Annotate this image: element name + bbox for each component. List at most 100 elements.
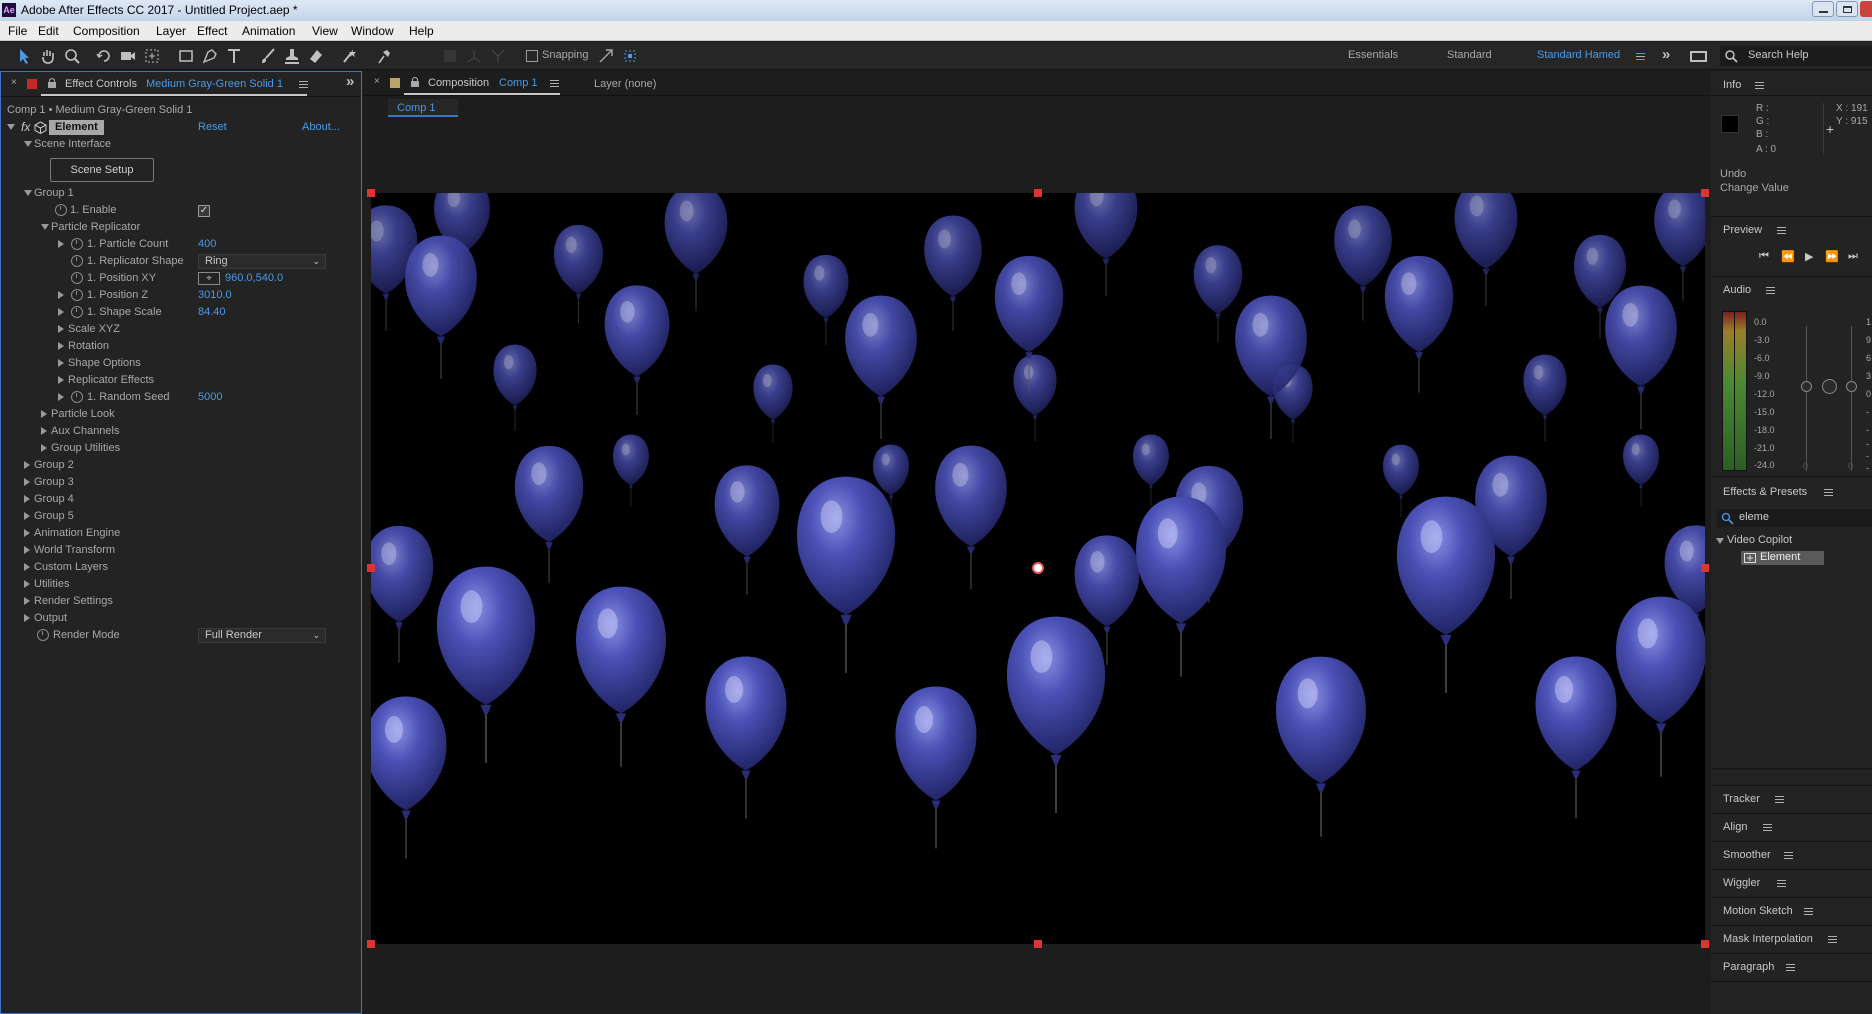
about-link[interactable]: About... <box>302 119 340 136</box>
stopwatch-icon[interactable] <box>37 629 49 641</box>
brush-tool-icon[interactable] <box>258 46 278 66</box>
mask-interpolation-title[interactable]: Mask Interpolation <box>1723 933 1813 945</box>
replicator-effects-row[interactable]: Replicator Effects <box>1 372 361 389</box>
shape-options-row[interactable]: Shape Options <box>1 355 361 372</box>
composition-tab[interactable]: × Composition Comp 1 <box>364 71 564 95</box>
random-seed-value[interactable]: 5000 <box>198 389 222 406</box>
scene-setup-button[interactable]: Scene Setup <box>50 158 154 182</box>
snap-feature-icon[interactable] <box>620 46 640 66</box>
group5-row[interactable]: Group 5 <box>1 508 361 525</box>
expand-triangle-icon[interactable] <box>58 240 64 248</box>
expand-triangle-icon[interactable] <box>58 308 64 316</box>
expand-triangle-icon[interactable] <box>41 224 49 230</box>
reset-link[interactable]: Reset <box>198 119 227 136</box>
workspace-menu-icon[interactable] <box>1636 53 1645 60</box>
position-z-value[interactable]: 3010.0 <box>198 287 232 304</box>
minimize-button[interactable] <box>1812 1 1834 17</box>
right-fader-knob[interactable] <box>1846 381 1857 392</box>
menu-animation[interactable]: Animation <box>242 24 295 38</box>
expand-triangle-icon[interactable] <box>24 495 30 503</box>
sync-settings-icon[interactable] <box>1690 51 1707 62</box>
align-menu-icon[interactable] <box>1763 824 1772 831</box>
center-fader-knob[interactable] <box>1822 379 1837 394</box>
hand-tool-icon[interactable] <box>38 46 58 66</box>
render-settings-row[interactable]: Render Settings <box>1 593 361 610</box>
expand-triangle-icon[interactable] <box>58 291 64 299</box>
search-help-field[interactable]: Search Help <box>1720 46 1872 66</box>
stopwatch-icon[interactable] <box>71 238 83 250</box>
close-button[interactable] <box>1860 1 1872 17</box>
align-title[interactable]: Align <box>1723 821 1747 833</box>
paragraph-menu-icon[interactable] <box>1786 964 1795 971</box>
maximize-button[interactable] <box>1836 1 1858 17</box>
clone-stamp-tool-icon[interactable] <box>282 46 302 66</box>
paragraph-title[interactable]: Paragraph <box>1723 961 1774 973</box>
expand-triangle-icon[interactable] <box>24 141 32 147</box>
close-tab-icon[interactable]: × <box>374 76 380 87</box>
close-tab-icon[interactable]: × <box>11 77 17 88</box>
expand-triangle-icon[interactable] <box>58 376 64 384</box>
layer-handle-tm[interactable] <box>1034 189 1042 197</box>
stopwatch-icon[interactable] <box>71 272 83 284</box>
lock-icon[interactable] <box>47 77 57 89</box>
last-frame-button[interactable]: ⏭ <box>1848 250 1858 263</box>
fx-badge[interactable]: fx <box>21 119 30 136</box>
pan-behind-tool-icon[interactable] <box>142 46 162 66</box>
expand-triangle-icon[interactable] <box>58 393 64 401</box>
stopwatch-icon[interactable] <box>55 204 67 216</box>
crosshair-target-icon[interactable]: ⌖ <box>198 272 220 285</box>
group2-row[interactable]: Group 2 <box>1 457 361 474</box>
motion-sketch-title[interactable]: Motion Sketch <box>1723 905 1793 917</box>
label-color-swatch[interactable] <box>27 79 37 89</box>
group-utilities-row[interactable]: Group Utilities <box>1 440 361 457</box>
menu-file[interactable]: File <box>8 24 27 38</box>
menu-view[interactable]: View <box>312 24 338 38</box>
replicator-shape-dropdown[interactable]: Ring ⌄ <box>198 254 326 269</box>
enable-checkbox[interactable]: ✓ <box>198 205 210 217</box>
shape-scale-value[interactable]: 84.40 <box>198 304 226 321</box>
expand-triangle-icon[interactable] <box>24 478 30 486</box>
workspace-essentials[interactable]: Essentials <box>1348 49 1398 61</box>
group4-row[interactable]: Group 4 <box>1 491 361 508</box>
expand-triangle-icon[interactable] <box>1716 538 1724 544</box>
expand-triangle-icon[interactable] <box>58 342 64 350</box>
video-copilot-category[interactable]: Video Copilot <box>1711 533 1872 550</box>
motion-sketch-menu-icon[interactable] <box>1804 908 1813 915</box>
preview-menu-icon[interactable] <box>1777 227 1786 234</box>
smoother-menu-icon[interactable] <box>1784 852 1793 859</box>
layer-handle-tr[interactable] <box>1701 189 1709 197</box>
output-row[interactable]: Output <box>1 610 361 627</box>
panel-menu-icon[interactable] <box>550 80 559 87</box>
expand-triangle-icon[interactable] <box>24 529 30 537</box>
left-fader-knob[interactable] <box>1801 381 1812 392</box>
expand-triangle-icon[interactable] <box>24 461 30 469</box>
stopwatch-icon[interactable] <box>71 391 83 403</box>
utilities-row[interactable]: Utilities <box>1 576 361 593</box>
layer-handle-ml[interactable] <box>367 564 375 572</box>
next-frame-button[interactable]: ⏩ <box>1825 250 1839 263</box>
menu-edit[interactable]: Edit <box>38 24 59 38</box>
layer-handle-mr[interactable] <box>1701 564 1709 572</box>
rotate-tool-icon[interactable] <box>94 46 114 66</box>
menu-window[interactable]: Window <box>351 24 394 38</box>
comp-subtab[interactable]: Comp 1 <box>388 99 458 117</box>
expand-triangle-icon[interactable] <box>24 597 30 605</box>
type-tool-icon[interactable] <box>224 46 244 66</box>
menu-effect[interactable]: Effect <box>197 24 227 38</box>
expand-triangle-icon[interactable] <box>24 512 30 520</box>
selection-tool-icon[interactable] <box>14 46 34 66</box>
roto-brush-tool-icon[interactable] <box>340 46 360 66</box>
layer-handle-tl[interactable] <box>367 189 375 197</box>
menu-composition[interactable]: Composition <box>73 24 140 38</box>
expand-triangle-icon[interactable] <box>58 359 64 367</box>
camera-tool-icon[interactable] <box>118 46 138 66</box>
layer-tab[interactable]: Layer (none) <box>594 78 656 90</box>
rotation-row[interactable]: Rotation <box>1 338 361 355</box>
expand-triangle-icon[interactable] <box>24 563 30 571</box>
tracker-title[interactable]: Tracker <box>1723 793 1760 805</box>
layer-handle-bl[interactable] <box>367 940 375 948</box>
particle-look-row[interactable]: Particle Look <box>1 406 361 423</box>
expand-triangle-icon[interactable] <box>24 614 30 622</box>
tracker-menu-icon[interactable] <box>1775 796 1784 803</box>
custom-layers-row[interactable]: Custom Layers <box>1 559 361 576</box>
